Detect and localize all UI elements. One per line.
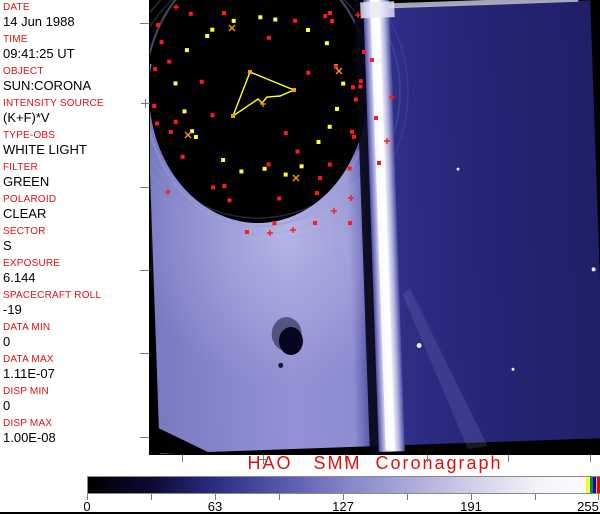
metadata-field: SECTOR S bbox=[3, 226, 149, 253]
field-label: EXPOSURE bbox=[3, 258, 61, 269]
metadata-field: INTENSITY SOURCE (K+F)*V bbox=[3, 98, 149, 125]
image-title: HAO SMM Coronagraph bbox=[247, 453, 503, 473]
frame-tick bbox=[427, 455, 428, 462]
colorbar bbox=[87, 476, 600, 494]
metadata-panel: DATE 14 Jun 1988 TIME 09:41:25 UT OBJECT… bbox=[0, 0, 149, 455]
field-value: (K+F)*V bbox=[3, 110, 50, 125]
frame-tick bbox=[140, 23, 149, 24]
metadata-field: DISP MIN 0 bbox=[3, 386, 149, 413]
field-value: 0 bbox=[3, 334, 11, 349]
metadata-field: OBJECT SUN:CORONA bbox=[3, 66, 149, 93]
field-label: OBJECT bbox=[3, 66, 44, 77]
footer-strip: HAO SMM Coronagraph 0 63 127 191 255 bbox=[0, 453, 600, 514]
metadata-field: TYPE-OBS WHITE LIGHT bbox=[3, 130, 149, 157]
frame-tick bbox=[508, 455, 509, 462]
frame-tick bbox=[140, 437, 149, 438]
colorbar-gradient bbox=[88, 477, 600, 493]
metadata-field: TIME 09:41:25 UT bbox=[3, 34, 149, 61]
colorbar-annotation-stripe bbox=[595, 477, 597, 493]
frame-tick bbox=[140, 270, 149, 271]
field-value: -19 bbox=[3, 302, 22, 317]
metadata-field: DATE 14 Jun 1988 bbox=[3, 2, 149, 29]
colorbar-tick bbox=[151, 494, 152, 500]
frame-tick bbox=[140, 187, 149, 188]
field-label: POLAROID bbox=[3, 194, 57, 205]
metadata-field: SPACECRAFT ROLL -19 bbox=[3, 290, 149, 317]
field-label: DISP MAX bbox=[3, 418, 53, 429]
metadata-field: DATA MIN 0 bbox=[3, 322, 149, 349]
field-label: DATA MIN bbox=[3, 322, 51, 333]
colorbar-annotation-stripe bbox=[585, 477, 589, 493]
field-label: DISP MIN bbox=[3, 386, 49, 397]
field-label: INTENSITY SOURCE bbox=[3, 98, 104, 109]
field-value: SUN:CORONA bbox=[3, 78, 92, 93]
frame-tick bbox=[182, 455, 183, 462]
colorbar-tick bbox=[279, 494, 280, 500]
frame-tick bbox=[140, 353, 149, 354]
field-value: 09:41:25 UT bbox=[3, 46, 75, 61]
metadata-field: DATA MAX 1.11E-07 bbox=[3, 354, 149, 381]
field-value: 1.00E-08 bbox=[3, 430, 56, 445]
metadata-field: POLAROID CLEAR bbox=[3, 194, 149, 221]
field-value: S bbox=[3, 238, 12, 253]
field-label: FILTER bbox=[3, 162, 38, 173]
field-label: SPACECRAFT ROLL bbox=[3, 290, 102, 301]
field-value: 0 bbox=[3, 398, 11, 413]
field-label: DATA MAX bbox=[3, 354, 54, 365]
field-value: GREEN bbox=[3, 174, 50, 189]
colorbar-tick bbox=[535, 494, 536, 500]
field-label: DATE bbox=[3, 2, 30, 13]
coronagraph-image[interactable] bbox=[150, 0, 600, 455]
coronagraph-scene bbox=[150, 0, 600, 455]
field-value: WHITE LIGHT bbox=[3, 142, 87, 157]
field-label: TIME bbox=[3, 34, 28, 45]
field-value: CLEAR bbox=[3, 206, 47, 221]
field-value: 1.11E-07 bbox=[3, 366, 55, 381]
colorbar-tick bbox=[407, 494, 408, 500]
colorbar-annotation-stripe bbox=[589, 477, 593, 493]
colorbar-annotation-stripe bbox=[592, 477, 596, 493]
frame-tick bbox=[345, 455, 346, 462]
metadata-field: FILTER GREEN bbox=[3, 162, 149, 189]
field-label: TYPE-OBS bbox=[3, 130, 56, 141]
frame-tick bbox=[590, 455, 591, 462]
sun-center-plus bbox=[141, 99, 150, 108]
field-label: SECTOR bbox=[3, 226, 46, 237]
field-value: 14 Jun 1988 bbox=[3, 14, 75, 29]
colorbar-annotation-stripe bbox=[588, 477, 590, 493]
sun-center-plus bbox=[259, 455, 268, 464]
metadata-field: DISP MAX 1.00E-08 bbox=[3, 418, 149, 445]
metadata-field: EXPOSURE 6.144 bbox=[3, 258, 149, 285]
field-value: 6.144 bbox=[3, 270, 36, 285]
